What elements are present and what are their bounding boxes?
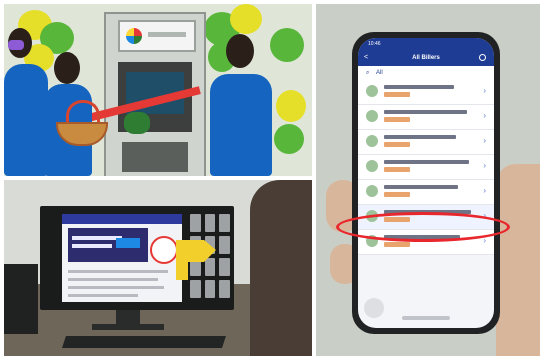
biller-category-tag <box>384 167 410 172</box>
ribbon-bow <box>124 112 150 134</box>
monitor-screen <box>62 214 182 302</box>
biller-row[interactable]: › <box>358 80 494 105</box>
bank-logo-icon <box>126 28 142 44</box>
biller-category-tag <box>384 192 410 197</box>
face-mask <box>8 40 24 50</box>
biller-logo-icon <box>366 85 378 97</box>
atm-header-panel <box>118 20 196 52</box>
phone-screen: 10:46 < All Billers ⌕ All › › › › › › › <box>358 38 494 328</box>
key <box>204 214 216 232</box>
banner-badge <box>116 238 140 248</box>
key <box>219 258 230 276</box>
biller-name <box>384 160 469 164</box>
person-right <box>210 74 272 176</box>
balloon <box>270 28 304 62</box>
person-right-head <box>226 34 254 68</box>
biller-row[interactable]: › <box>358 180 494 205</box>
key <box>190 280 201 298</box>
palm <box>496 164 540 356</box>
chair <box>250 180 312 356</box>
website-header <box>62 214 182 224</box>
status-time: 10:46 <box>368 41 381 47</box>
highlight-circle <box>336 212 510 242</box>
key <box>219 236 230 254</box>
biller-logo-icon <box>366 185 378 197</box>
biller-logo-icon <box>366 160 378 172</box>
balloon <box>276 90 306 122</box>
website-text <box>68 270 168 273</box>
atm-header-bar <box>148 32 186 37</box>
key <box>204 258 216 276</box>
logo-icon <box>150 236 178 264</box>
keyboard <box>62 336 226 348</box>
side-computer <box>4 264 38 334</box>
banner-text <box>72 236 122 240</box>
floating-button[interactable] <box>364 298 384 318</box>
biller-name <box>384 85 454 89</box>
photo-smartphone: 10:46 < All Billers ⌕ All › › › › › › › <box>316 4 540 356</box>
biller-logo-icon <box>366 110 378 122</box>
website-text <box>68 294 138 297</box>
chevron-right-icon: › <box>483 86 486 95</box>
website-text <box>68 286 164 289</box>
website-banner <box>68 228 148 262</box>
atm-keypad-area <box>122 142 188 172</box>
balloon <box>230 4 262 34</box>
person-basket-head <box>54 52 80 84</box>
biller-category-tag <box>384 242 410 247</box>
filter-label: All <box>376 70 383 76</box>
home-indicator <box>402 316 450 320</box>
balloon <box>274 124 304 154</box>
key <box>219 214 230 232</box>
search-icon[interactable] <box>479 54 486 61</box>
phone-body: 10:46 < All Billers ⌕ All › › › › › › › <box>352 32 500 334</box>
key <box>219 280 230 298</box>
app-title: All Billers <box>412 55 440 61</box>
chevron-right-icon: › <box>483 186 486 195</box>
photo-desktop-computer <box>4 180 312 356</box>
filter-icon: ⌕ <box>366 70 370 76</box>
banner-text <box>72 244 112 248</box>
biller-name <box>384 110 467 114</box>
biller-row[interactable]: › <box>358 130 494 155</box>
chevron-right-icon: › <box>483 161 486 170</box>
biller-category-tag <box>384 92 410 97</box>
photo-atm-ribbon-cutting <box>4 4 312 176</box>
biller-row[interactable]: › <box>358 105 494 130</box>
biller-name <box>384 185 458 189</box>
chevron-right-icon: › <box>483 111 486 120</box>
person-left <box>4 64 48 176</box>
monitor-foot <box>92 324 164 330</box>
phone-status-bar: 10:46 <box>358 38 494 50</box>
key <box>190 214 201 232</box>
biller-row[interactable]: › <box>358 155 494 180</box>
biller-category-tag <box>384 117 410 122</box>
website-text <box>68 278 158 281</box>
biller-name <box>384 135 456 139</box>
key <box>204 280 216 298</box>
chevron-right-icon: › <box>483 136 486 145</box>
biller-logo-icon <box>366 135 378 147</box>
app-header: < All Billers <box>358 50 494 66</box>
biller-category-tag <box>384 142 410 147</box>
filter-row[interactable]: ⌕ All <box>358 66 494 81</box>
